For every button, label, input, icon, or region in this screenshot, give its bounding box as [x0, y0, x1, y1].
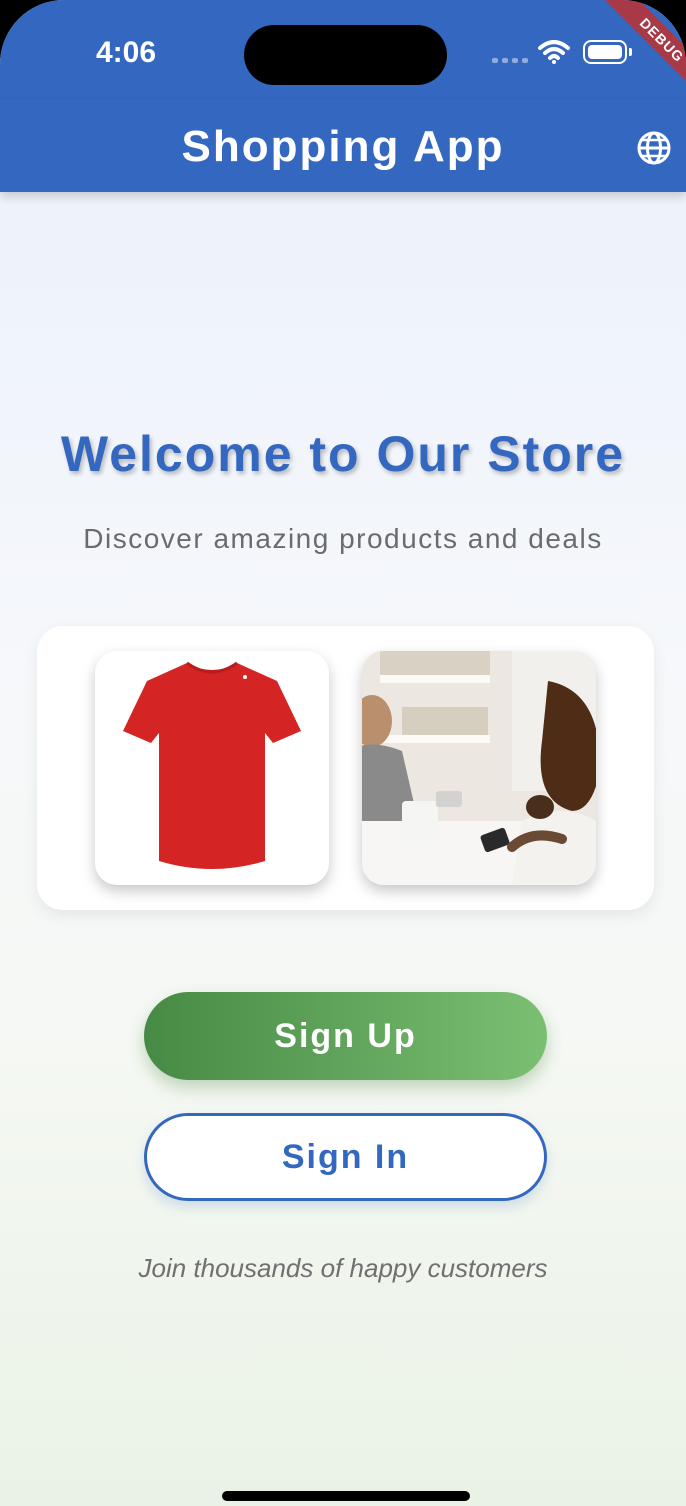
cellular-signal-icon [492, 58, 528, 63]
globe-icon[interactable] [636, 130, 672, 166]
status-time: 4:06 [96, 36, 157, 69]
welcome-title: Welcome to Our Store [60, 426, 626, 482]
battery-icon [583, 40, 632, 64]
home-indicator[interactable] [222, 1491, 470, 1501]
tshirt-image [95, 651, 329, 885]
sign-up-button[interactable]: Sign Up [144, 992, 547, 1080]
store-checkout-image [362, 651, 596, 885]
status-bar: 4:06 DEBUG [0, 0, 686, 100]
dynamic-island [244, 25, 447, 85]
app-bar: Shopping App [0, 100, 686, 192]
product-showcase-card [37, 626, 654, 910]
wifi-icon [538, 40, 570, 64]
footer-tagline: Join thousands of happy customers [138, 1253, 548, 1283]
sign-in-button[interactable]: Sign In [144, 1113, 547, 1201]
welcome-subtitle: Discover amazing products and deals [83, 523, 603, 554]
app-screen: 4:06 DEBUG Shopping App Welcome to Our S… [0, 0, 686, 1506]
app-title: Shopping App [181, 122, 505, 171]
